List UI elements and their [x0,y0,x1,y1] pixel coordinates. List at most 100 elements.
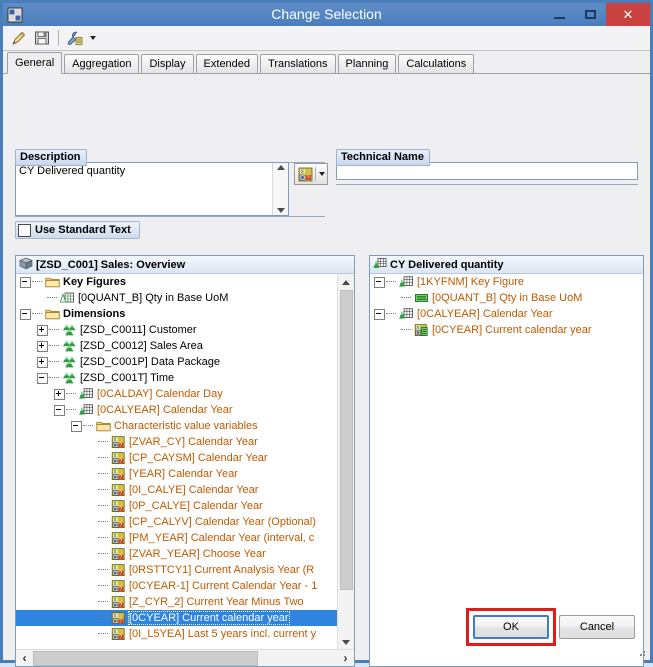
minimize-button[interactable] [544,3,575,26]
tree-row-label: [0I_L5YEA] Last 5 years incl. current y [129,628,317,640]
properties-dropdown-arrow[interactable] [88,36,98,40]
tree-row[interactable]: X? [ZVAR_YEAR] Choose Year [16,546,354,562]
tree-connector [49,361,59,363]
scroll-up-button[interactable] [338,274,354,290]
scroll-down-button[interactable] [338,634,354,650]
tree-row[interactable]: [1KYFNM] Key Figure [370,274,643,290]
tree-row-label: [0I_CALYE] Calendar Year [129,484,259,496]
description-scrollbar[interactable] [272,163,288,215]
cancel-button[interactable]: Cancel [559,615,635,639]
scroll-up-icon[interactable] [276,165,285,170]
infoprovider-cube-icon [19,257,33,273]
hscroll-thumb[interactable] [33,650,258,666]
tree-row-label: [0CALYEAR] Calendar Year [97,404,233,416]
tree-row[interactable]: [0CALDAY] Calendar Day [16,386,354,402]
tab-translations[interactable]: Translations [260,54,336,73]
tab-calculations[interactable]: Calculations [398,54,475,73]
tree-row[interactable]: [0CALYEAR] Calendar Year [16,402,354,418]
use-standard-text-checkbox[interactable] [18,223,31,237]
tab-general[interactable]: General [7,52,63,74]
collapse-icon[interactable] [20,276,31,288]
tab-aggregation[interactable]: Aggregation [64,54,140,73]
expand-icon[interactable] [37,340,48,352]
tree-connector [49,345,59,347]
tree-row[interactable]: X? [ZVAR_CY] Calendar Year [16,434,354,450]
expand-icon[interactable] [37,356,48,368]
title-bar: Change Selection ✕ [3,3,650,26]
tree-row[interactable]: X? [0I_L5YEA] Last 5 years incl. current … [16,626,354,642]
collapse-icon[interactable] [71,420,82,432]
pencil-icon [11,31,25,45]
maximize-button[interactable] [575,3,606,26]
tree-row[interactable]: X [0CYEAR] Current calendar year [370,322,643,338]
selection-tree[interactable]: [1KYFNM] Key Figure [0QUANT_B] Qty in Bas… [370,274,643,666]
tree-row[interactable]: [ZSD_C0012] Sales Area [16,338,354,354]
tree-row[interactable]: [0CALYEAR] Calendar Year [370,306,643,322]
scroll-down-icon[interactable] [276,208,285,213]
tree-row[interactable]: X? [CP_CALYV] Calendar Year (Optional) [16,514,354,530]
tree-row[interactable]: Key Figures [16,274,354,290]
tree-row[interactable]: [ZSD_C001T] Time [16,370,354,386]
save-button[interactable] [31,28,53,48]
tree-row[interactable]: X? [0I_CALYE] Calendar Year [16,482,354,498]
properties-button[interactable] [64,28,86,48]
tree-row[interactable]: [ZSD_C001P] Data Package [16,354,354,370]
folder-icon [95,419,111,433]
use-standard-text-row[interactable]: Use Standard Text [15,221,140,239]
scroll-thumb[interactable] [339,290,353,590]
collapse-icon[interactable] [54,404,65,416]
insert-variable-dropdown[interactable] [316,165,327,183]
edit-pencil-button[interactable] [7,28,29,48]
variable-icon: X? [110,579,126,593]
tree-row[interactable]: X? [0CYEAR] Current calendar year [16,610,354,626]
keyfigure-icon [59,291,75,305]
tab-planning[interactable]: Planning [337,54,397,73]
tree-row-label: [ZVAR_YEAR] Choose Year [129,548,266,560]
tree-row[interactable]: X? [0P_CALYE] Calendar Year [16,498,354,514]
tree-connector [49,329,59,331]
tree-row[interactable]: X? [0RSTTCY1] Current Analysis Year (R [16,562,354,578]
svg-text:?: ? [119,587,122,593]
tree-row[interactable]: X? [PM_YEAR] Calendar Year (interval, c [16,530,354,546]
tree-row[interactable]: Characteristic value variables [16,418,354,434]
tree-row[interactable]: X? [0CYEAR-1] Current Calendar Year - 1 [16,578,354,594]
tree-row[interactable]: X? [CP_CAYSM] Calendar Year [16,450,354,466]
insert-variable-button[interactable]: X ? [295,165,315,183]
tree-connector [49,377,59,379]
scroll-right-button[interactable]: › [337,651,354,666]
resize-grip[interactable] [636,647,646,657]
floppy-disk-icon [35,31,49,45]
expand-icon[interactable] [37,324,48,336]
tree-row[interactable]: Dimensions [16,306,354,322]
description-input[interactable]: CY Delivered quantity [15,162,289,216]
infoprovider-horizontal-scrollbar[interactable]: ‹ › [16,649,354,666]
tree-row[interactable]: X? [YEAR] Calendar Year [16,466,354,482]
scroll-left-button[interactable]: ‹ [16,651,33,666]
hscroll-track[interactable] [33,650,337,666]
tree-row[interactable]: [0QUANT_B] Qty in Base UoM [370,290,643,306]
tree-connector [98,617,108,619]
collapse-icon[interactable] [374,308,385,320]
tree-row[interactable]: X? [Z_CYR_2] Current Year Minus Two [16,594,354,610]
tree-connector [98,633,108,635]
tree-row[interactable]: [ZSD_C0011] Customer [16,322,354,338]
characteristic-icon [373,257,387,273]
tab-display[interactable]: Display [141,54,194,73]
expand-icon[interactable] [54,388,65,400]
ok-button[interactable]: OK [473,615,549,639]
collapse-icon[interactable] [20,308,31,320]
collapse-icon[interactable] [374,276,385,288]
tree-row[interactable]: [0QUANT_B] Qty in Base UoM [16,290,354,306]
infoprovider-vertical-scrollbar[interactable] [337,274,354,650]
infoprovider-tree[interactable]: Key Figures [0QUANT_B] Qty in Base UoM Dim… [16,274,354,650]
tab-extended[interactable]: Extended [195,54,259,73]
variable-icon: X? [110,467,126,481]
close-button[interactable]: ✕ [606,3,650,26]
collapse-icon[interactable] [37,372,48,384]
insert-variable-control: X ? [294,163,328,185]
